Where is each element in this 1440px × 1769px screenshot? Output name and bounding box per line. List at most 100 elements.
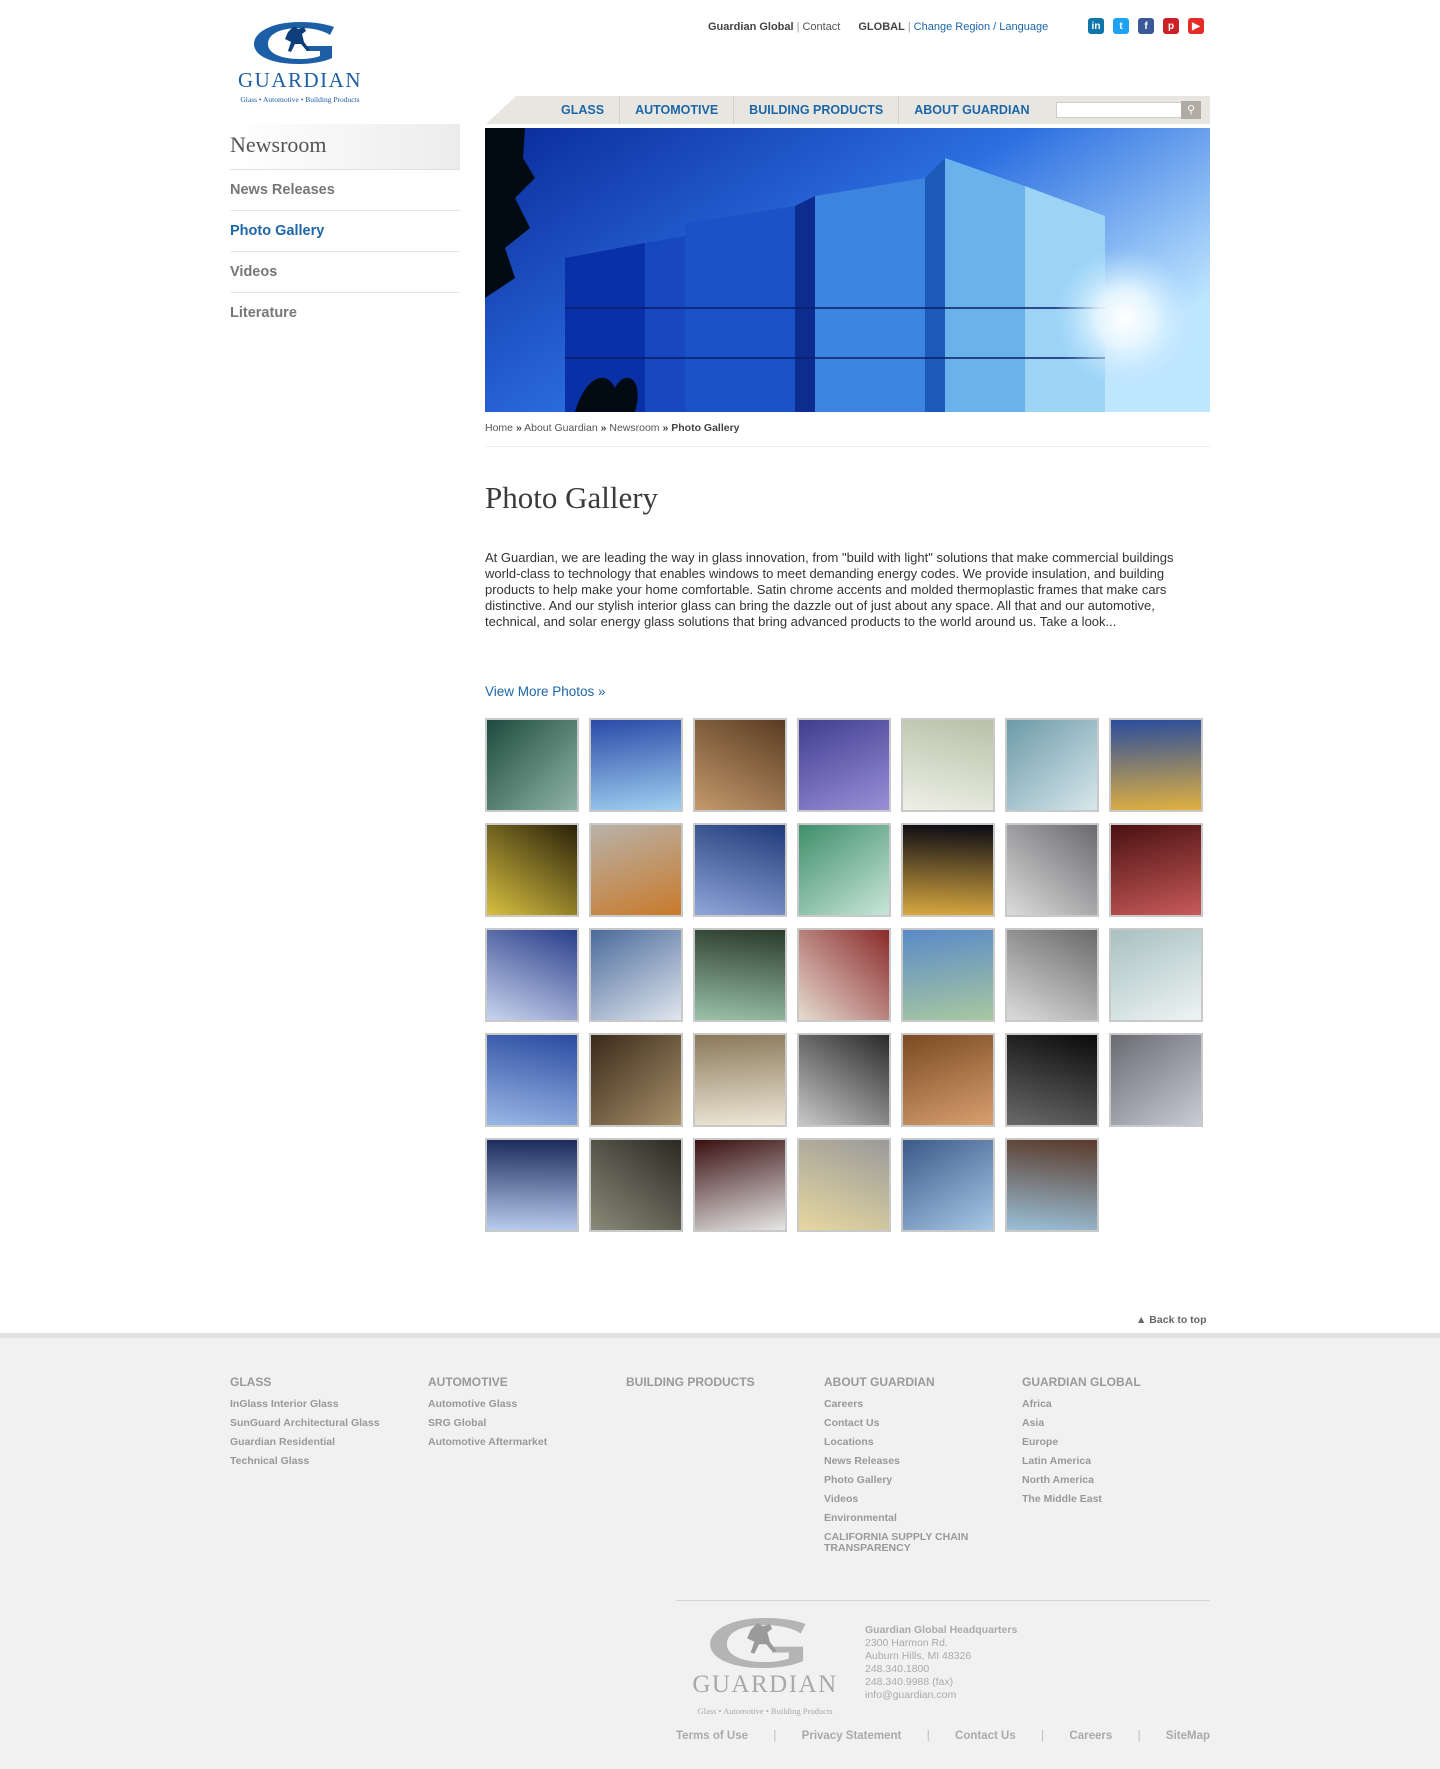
footer-link-europe[interactable]: Europe (1022, 1433, 1212, 1452)
gallery-thumbnail[interactable] (901, 928, 995, 1022)
sidebar-item-videos[interactable]: Videos (230, 252, 460, 293)
footer-bottom-link-terms-of-use[interactable]: Terms of Use (676, 1730, 748, 1742)
footer-link-north-america[interactable]: North America (1022, 1471, 1212, 1490)
footer-column-heading[interactable]: GLASS (230, 1375, 420, 1389)
footer-bottom-link-sitemap[interactable]: SiteMap (1166, 1730, 1210, 1742)
nav-building-products[interactable]: BUILDING PRODUCTS (734, 96, 900, 124)
footer-link-environmental[interactable]: Environmental (824, 1509, 1014, 1528)
footer-column-heading[interactable]: BUILDING PRODUCTS (626, 1375, 816, 1389)
change-region-link[interactable]: Change Region / Language (914, 21, 1049, 33)
footer-link-automotive-aftermarket[interactable]: Automotive Aftermarket (428, 1433, 618, 1452)
nav-about-guardian[interactable]: ABOUT GUARDIAN (899, 96, 1044, 124)
gallery-thumbnail[interactable] (797, 1033, 891, 1127)
nav-automotive[interactable]: AUTOMOTIVE (620, 96, 735, 124)
gallery-thumbnail[interactable] (1109, 928, 1203, 1022)
linkedin-icon[interactable]: in (1088, 18, 1104, 34)
footer-link-automotive-glass[interactable]: Automotive Glass (428, 1395, 618, 1414)
gallery-thumbnail[interactable] (901, 1138, 995, 1232)
nav-glass[interactable]: GLASS (546, 96, 621, 124)
footer-link-the-middle-east[interactable]: The Middle East (1022, 1490, 1212, 1509)
pinterest-icon[interactable]: p (1163, 18, 1179, 34)
gallery-thumbnail[interactable] (901, 1033, 995, 1127)
breadcrumb-newsroom[interactable]: Newsroom (609, 422, 659, 434)
gallery-thumbnail[interactable] (589, 823, 683, 917)
search-input[interactable] (1056, 102, 1182, 118)
gallery-thumbnail[interactable] (485, 1033, 579, 1127)
guardian-global-link[interactable]: Guardian Global (708, 21, 794, 33)
footer-link-locations[interactable]: Locations (824, 1433, 1014, 1452)
footer-link-contact-us[interactable]: Contact Us (824, 1414, 1014, 1433)
hq-street: 2300 Harmon Rd. (865, 1637, 948, 1649)
gallery-thumbnail[interactable] (485, 928, 579, 1022)
footer-column-glass: GLASS InGlass Interior Glass SunGuard Arch… (230, 1375, 420, 1471)
gallery-thumbnail[interactable] (485, 718, 579, 812)
footer-link-videos[interactable]: Videos (824, 1490, 1014, 1509)
footer-bottom-link-careers[interactable]: Careers (1069, 1730, 1112, 1742)
footer-logo-tagline: Glass • Automotive • Building Products (697, 1706, 833, 1716)
main-nav: GLASS AUTOMOTIVE BUILDING PRODUCTS ABOUT GU… (486, 96, 1210, 124)
gallery-thumbnail[interactable] (901, 718, 995, 812)
gallery-thumbnail[interactable] (1005, 1138, 1099, 1232)
gallery-thumbnail[interactable] (1005, 718, 1099, 812)
footer-link-careers[interactable]: Careers (824, 1395, 1014, 1414)
gallery-thumbnail[interactable] (797, 718, 891, 812)
gallery-thumbnail[interactable] (1005, 823, 1099, 917)
footer-link-asia[interactable]: Asia (1022, 1414, 1212, 1433)
gallery-thumbnail[interactable] (1109, 823, 1203, 917)
footer-link-guardian-residential[interactable]: Guardian Residential (230, 1433, 420, 1452)
gallery-thumbnail[interactable] (797, 928, 891, 1022)
gallery-thumbnail[interactable] (485, 1138, 579, 1232)
gallery-thumbnail[interactable] (1109, 718, 1203, 812)
footer-link-inglass-interior-glass[interactable]: InGlass Interior Glass (230, 1395, 420, 1414)
gallery-thumbnail[interactable] (485, 823, 579, 917)
sidebar-item-photo-gallery[interactable]: Photo Gallery (230, 211, 460, 252)
gallery-thumbnail[interactable] (693, 823, 787, 917)
hq-email[interactable]: info@guardian.com (865, 1689, 1017, 1702)
gallery-thumbnail[interactable] (797, 823, 891, 917)
gallery-thumbnail[interactable] (589, 1033, 683, 1127)
view-more-photos-link[interactable]: View More Photos » (485, 684, 606, 699)
footer-column-heading[interactable]: ABOUT GUARDIAN (824, 1375, 1014, 1389)
footer-link-latin-america[interactable]: Latin America (1022, 1452, 1212, 1471)
facebook-icon[interactable]: f (1138, 18, 1154, 34)
sidebar-item-news-releases[interactable]: News Releases (230, 170, 460, 211)
footer-bottom-link-privacy-statement[interactable]: Privacy Statement (802, 1730, 902, 1742)
gallery-thumbnail[interactable] (693, 1033, 787, 1127)
youtube-icon[interactable]: ▶ (1188, 18, 1204, 34)
gallery-thumbnail[interactable] (589, 718, 683, 812)
footer-column-heading[interactable]: AUTOMOTIVE (428, 1375, 618, 1389)
twitter-icon[interactable]: t (1113, 18, 1129, 34)
footer-link-news-releases[interactable]: News Releases (824, 1452, 1014, 1471)
back-to-top-link[interactable]: ▲ Back to top (1136, 1314, 1206, 1326)
thumbnail-image (695, 825, 785, 915)
hq-city: Auburn Hills, MI 48326 (865, 1650, 972, 1662)
footer-link-photo-gallery[interactable]: Photo Gallery (824, 1471, 1014, 1490)
footer-link-sunguard-architectural-glass[interactable]: SunGuard Architectural Glass (230, 1414, 420, 1433)
footer-bottom-link-contact-us[interactable]: Contact Us (955, 1730, 1016, 1742)
gallery-thumbnail[interactable] (693, 928, 787, 1022)
guardian-logo[interactable]: GUARDIAN Glass • Automotive • Building P… (232, 18, 368, 106)
gallery-thumbnail[interactable] (1005, 928, 1099, 1022)
thumbnail-image (903, 930, 993, 1020)
footer-column-heading[interactable]: GUARDIAN GLOBAL (1022, 1375, 1212, 1389)
thumbnail-image (1007, 1035, 1097, 1125)
gallery-thumbnail[interactable] (901, 823, 995, 917)
gallery-thumbnail[interactable] (693, 718, 787, 812)
breadcrumb-about[interactable]: About Guardian (524, 422, 598, 434)
footer-logo[interactable]: GUARDIAN Glass • Automotive • Building P… (684, 1613, 846, 1723)
footer-link-srg-global[interactable]: SRG Global (428, 1414, 618, 1433)
gallery-thumbnail[interactable] (1109, 1033, 1203, 1127)
search-icon[interactable]: ⚲ (1181, 101, 1201, 119)
footer-link-africa[interactable]: Africa (1022, 1395, 1212, 1414)
sidebar-item-literature[interactable]: Literature (230, 293, 460, 334)
contact-link[interactable]: Contact (802, 21, 840, 33)
link-separator: | (1137, 1730, 1141, 1742)
gallery-thumbnail[interactable] (589, 1138, 683, 1232)
gallery-thumbnail[interactable] (589, 928, 683, 1022)
gallery-thumbnail[interactable] (797, 1138, 891, 1232)
footer-link-california-supply-chain-transparency[interactable]: CALIFORNIA SUPPLY CHAIN TRANSPARENCY (824, 1532, 994, 1554)
gallery-thumbnail[interactable] (693, 1138, 787, 1232)
breadcrumb-home[interactable]: Home (485, 422, 513, 434)
footer-link-technical-glass[interactable]: Technical Glass (230, 1452, 420, 1471)
gallery-thumbnail[interactable] (1005, 1033, 1099, 1127)
